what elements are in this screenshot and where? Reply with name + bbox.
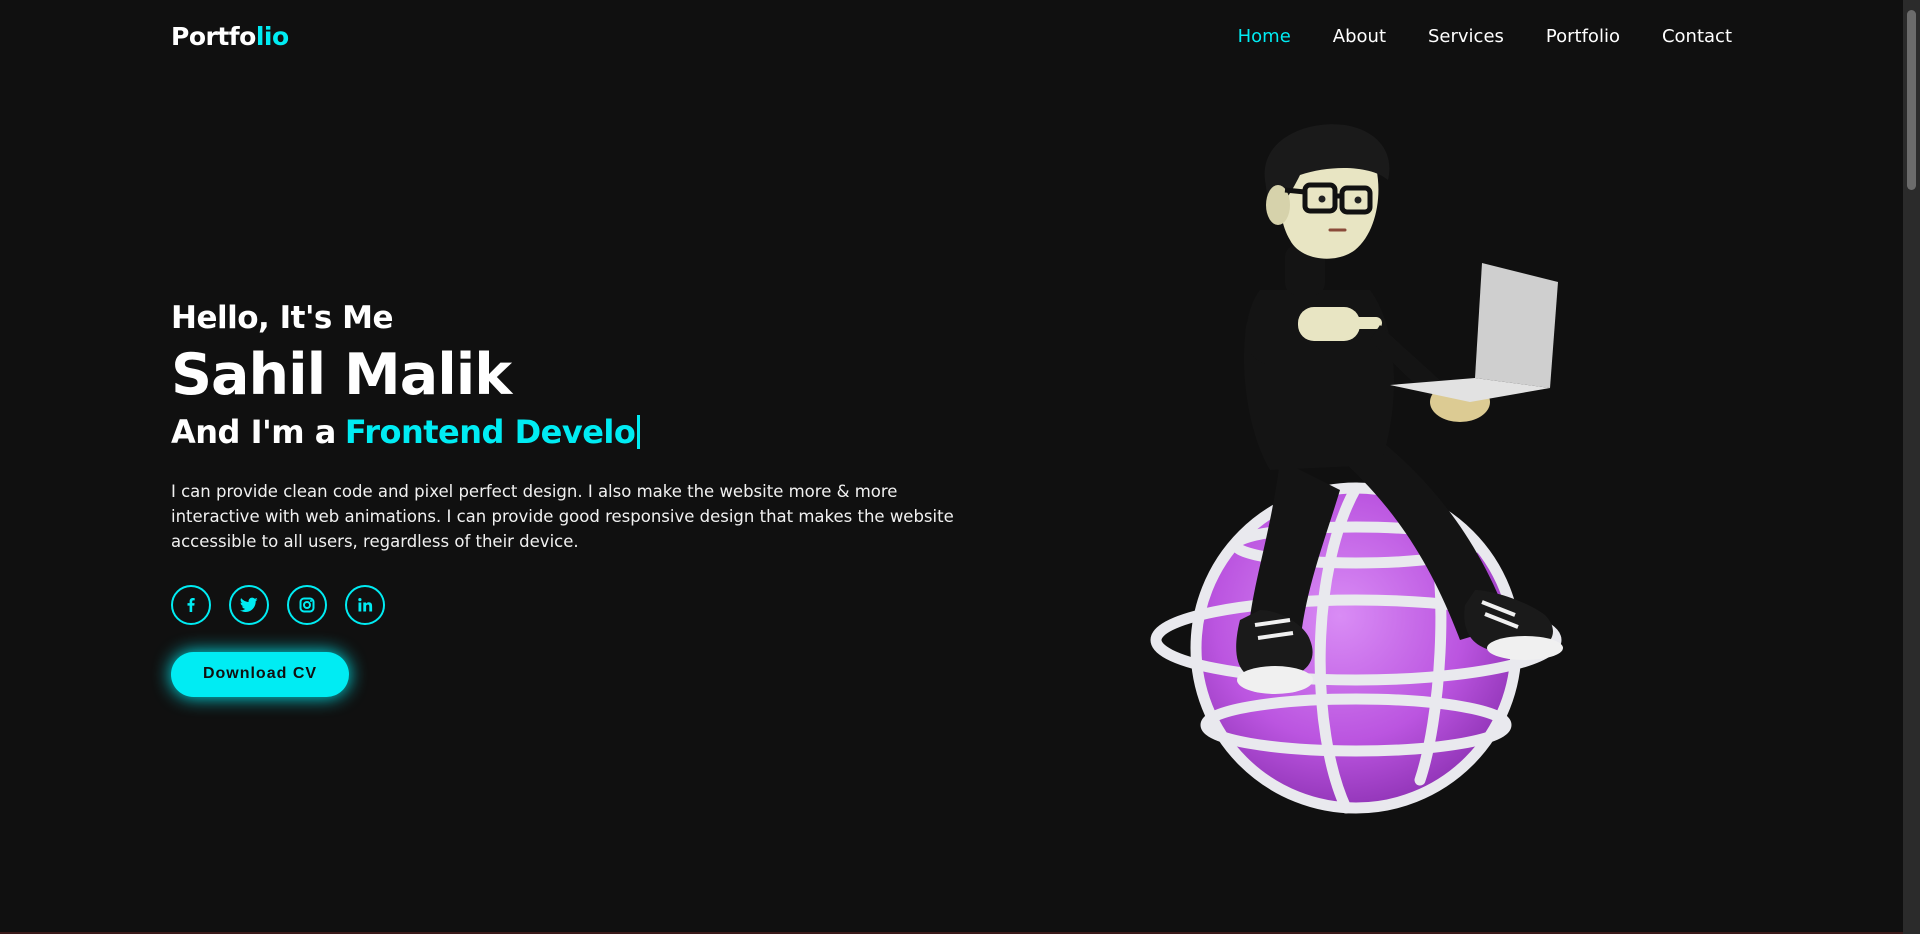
left-sole (1237, 666, 1313, 694)
twitter-icon (240, 597, 258, 613)
nav-home[interactable]: Home (1238, 26, 1291, 47)
right-eye (1354, 196, 1362, 204)
logo-main: Portfo (171, 22, 256, 51)
page: Portfolio Home About Services Portfolio … (0, 0, 1920, 934)
scrollbar[interactable] (1903, 0, 1920, 934)
right-sole (1487, 636, 1563, 660)
role-typed: Frontend Develo (344, 412, 636, 451)
twitter-link[interactable] (229, 584, 269, 625)
hero-section: Hello, It's Me Sahil Malik And I'm a Fro… (171, 300, 971, 697)
instagram-link[interactable] (287, 584, 327, 625)
social-links (171, 584, 971, 625)
hero-illustration (1130, 120, 1600, 820)
hero-name: Sahil Malik (171, 342, 512, 408)
hero-description: I can provide clean code and pixel perfe… (171, 481, 954, 551)
greeting: Hello, It's Me (171, 300, 394, 336)
left-eye (1318, 195, 1326, 203)
logo-accent: lio (255, 22, 289, 51)
logo[interactable]: Portfolio (171, 22, 289, 51)
nav-contact[interactable]: Contact (1662, 26, 1732, 47)
linkedin-link[interactable] (345, 584, 385, 625)
nav-about[interactable]: About (1333, 26, 1386, 47)
typing-cursor (637, 414, 641, 449)
instagram-icon (299, 597, 315, 613)
role-prefix: And I'm a (171, 412, 336, 451)
laptop-screen (1475, 263, 1558, 388)
facebook-icon (183, 597, 199, 613)
nav-services[interactable]: Services (1428, 26, 1504, 47)
download-cv-button[interactable]: Download CV (171, 651, 349, 697)
scroll-thumb[interactable] (1907, 10, 1916, 190)
pointing-finger (1340, 317, 1382, 329)
linkedin-icon (357, 597, 373, 613)
facebook-link[interactable] (171, 584, 211, 625)
nav-portfolio[interactable]: Portfolio (1546, 26, 1620, 47)
role-line: And I'm a Frontend Develo (171, 413, 971, 451)
main-nav: Home About Services Portfolio Contact (1238, 26, 1732, 47)
